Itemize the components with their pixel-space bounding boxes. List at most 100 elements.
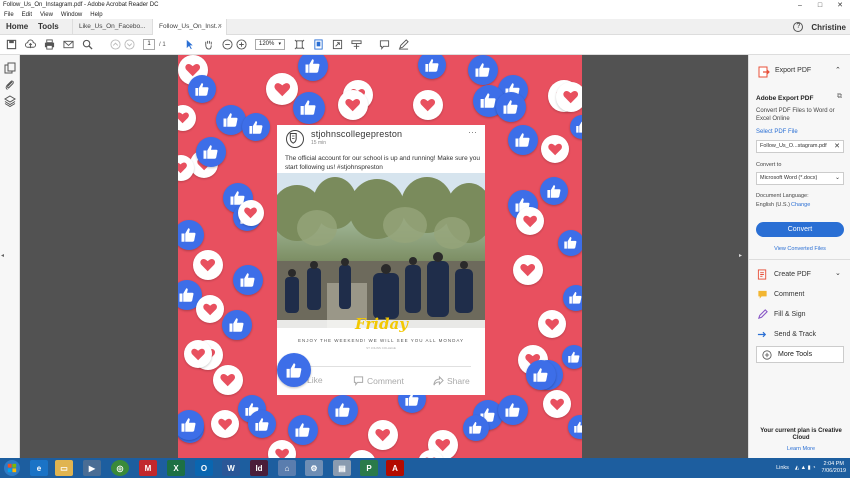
view-converted-files-link[interactable]: View Converted Files	[756, 246, 844, 252]
chrome-icon[interactable]: ◎	[111, 460, 129, 476]
heart-bubble-icon	[338, 90, 368, 120]
maximize-button[interactable]: □	[810, 2, 830, 9]
like-bubble-icon	[222, 310, 252, 340]
start-button[interactable]	[4, 460, 20, 476]
chevron-up-icon[interactable]: ⌃	[835, 66, 841, 74]
tool-send-track[interactable]: Send & Track	[757, 327, 816, 341]
page-up-icon[interactable]	[109, 39, 121, 51]
zoom-level-select[interactable]: 120% ▾	[255, 39, 285, 50]
zoom-out-icon[interactable]	[221, 39, 233, 51]
tray-icons[interactable]: ◭ ▲ ▮ ◔	[795, 465, 816, 471]
select-cursor-icon[interactable]	[183, 39, 195, 51]
select-pdf-link[interactable]: Select PDF File	[756, 129, 798, 135]
excel-icon[interactable]: X	[167, 460, 185, 476]
publisher-icon[interactable]: M	[139, 460, 157, 476]
heart-bubble-icon	[196, 295, 224, 323]
tools-app-icon[interactable]: ⚙	[305, 460, 323, 476]
create-pdf-icon	[757, 268, 767, 280]
convert-to-select[interactable]: Microsoft Word (*.docx) ⌄	[756, 172, 844, 185]
close-window-button[interactable]: ✕	[830, 1, 850, 9]
change-language-link[interactable]: Change	[791, 202, 810, 208]
tool-fill-sign[interactable]: Fill & Sign	[757, 307, 806, 321]
tool-label: Comment	[774, 290, 805, 298]
fit-page-icon[interactable]	[293, 39, 305, 51]
print-icon[interactable]	[43, 39, 55, 51]
page-number-input[interactable]: 1	[143, 39, 155, 50]
indesign-icon[interactable]: Id	[250, 460, 268, 476]
heart-bubble-icon	[541, 135, 569, 163]
heart-bubble-icon	[516, 207, 544, 235]
acrobat-icon[interactable]: A	[386, 460, 404, 476]
upload-cloud-icon[interactable]	[24, 39, 36, 51]
project-app-icon[interactable]: P	[360, 460, 378, 476]
tools-tab[interactable]: Tools	[38, 19, 59, 35]
chevron-down-icon: ⌄	[834, 175, 840, 181]
share-label: Share	[447, 375, 470, 386]
word-icon[interactable]: W	[222, 460, 240, 476]
measure-tool-icon[interactable]	[350, 39, 362, 51]
tool-label: Create PDF	[774, 270, 811, 278]
divider	[291, 366, 471, 367]
media-player-icon[interactable]: ▶	[83, 460, 101, 476]
user-name[interactable]: Christine	[811, 23, 846, 32]
expand-right-panel-icon[interactable]: ▸	[739, 252, 742, 259]
internet-explorer-icon[interactable]: e	[30, 460, 48, 476]
save-icon[interactable]	[5, 39, 17, 51]
copy-icon[interactable]: ⧉	[837, 93, 842, 101]
heart-bubble-icon	[368, 420, 398, 450]
menu-view[interactable]: View	[36, 12, 57, 18]
fill-sign-icon	[757, 308, 768, 319]
menu-file[interactable]: File	[0, 12, 18, 18]
page-view-icon[interactable]	[312, 39, 324, 51]
remove-file-icon[interactable]: ✕	[834, 141, 840, 152]
school-logo	[286, 130, 304, 148]
convert-button[interactable]: Convert	[756, 222, 844, 237]
window-title: Follow_Us_On_Instagram.pdf - Adobe Acrob…	[3, 2, 159, 8]
chevron-down-icon[interactable]: ⌄	[835, 269, 841, 277]
layers-icon[interactable]	[4, 95, 16, 108]
tool-label: Send & Track	[774, 330, 817, 338]
learn-more-link[interactable]: Learn More	[756, 446, 846, 452]
notes-app-icon[interactable]: ▤	[333, 460, 351, 476]
like-bubble-icon	[178, 220, 204, 250]
network-app-icon[interactable]: ⌂	[278, 460, 296, 476]
search-icon[interactable]	[81, 39, 93, 51]
clock-time: 2:04 PM	[823, 461, 844, 467]
full-screen-icon[interactable]	[331, 39, 343, 51]
like-bubble-icon	[293, 92, 325, 124]
export-header: Adobe Export PDF	[756, 95, 814, 102]
attachment-icon[interactable]	[4, 79, 16, 91]
like-bubble-icon	[196, 137, 226, 167]
menu-edit[interactable]: Edit	[18, 12, 36, 18]
tab-like-us-facebook[interactable]: Like_Us_On_Facebo...	[72, 19, 147, 35]
comment-icon[interactable]	[378, 39, 390, 51]
hand-tool-icon[interactable]	[202, 39, 214, 51]
collapse-left-icon[interactable]: ◂	[1, 252, 4, 259]
email-icon[interactable]	[62, 39, 74, 51]
links-toolbar[interactable]: Links	[776, 465, 789, 471]
selected-file-field[interactable]: Follow_Us_O...stagram.pdf ✕	[756, 140, 844, 153]
selected-file-name: Follow_Us_O...stagram.pdf	[760, 143, 827, 149]
tool-comment[interactable]: Comment	[757, 287, 804, 301]
export-pdf-panel: Export PDF ⌃ Adobe Export PDF ⧉ Convert …	[748, 55, 850, 458]
menu-window[interactable]: Window	[57, 12, 86, 18]
tool-create-pdf[interactable]: Create PDF	[757, 267, 811, 281]
panel-divider	[749, 259, 850, 260]
pages-thumbnail-icon[interactable]	[4, 62, 16, 74]
file-explorer-icon[interactable]: ▭	[55, 460, 73, 476]
zoom-in-icon[interactable]	[235, 39, 247, 51]
minimize-button[interactable]: –	[790, 2, 810, 9]
clock[interactable]: 2:04 PM 7/06/2019	[822, 461, 846, 475]
tab-label: Follow_Us_On_Inst...	[159, 23, 222, 30]
close-tab-icon[interactable]: ×	[218, 19, 222, 35]
outlook-icon[interactable]: O	[195, 460, 213, 476]
help-icon[interactable]: ?	[793, 22, 804, 32]
page-down-icon[interactable]	[123, 39, 135, 51]
plus-circle-icon	[762, 349, 772, 360]
more-tools-button[interactable]: More Tools	[756, 346, 844, 363]
banner-small-text: ST JOHNS COLLEGE	[366, 346, 396, 350]
tab-follow-us-instagram[interactable]: Follow_Us_On_Inst... ×	[152, 19, 227, 35]
pen-icon[interactable]	[397, 39, 409, 51]
home-tab[interactable]: Home	[6, 19, 28, 35]
menu-help[interactable]: Help	[86, 12, 106, 18]
